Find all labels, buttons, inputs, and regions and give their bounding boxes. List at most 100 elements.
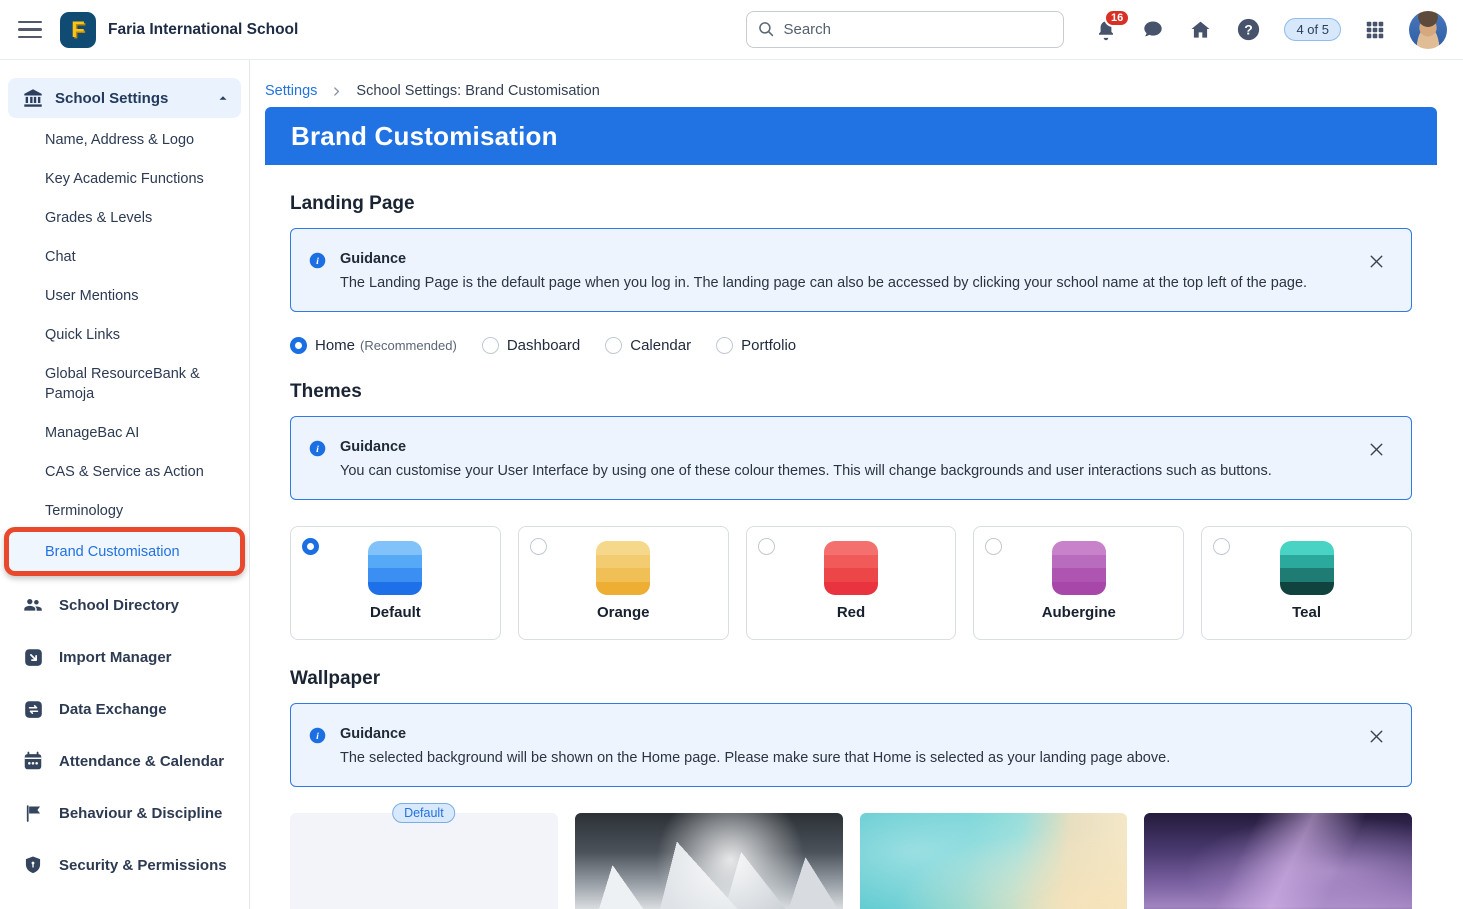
sidebar-item-user-mentions[interactable]: User Mentions — [0, 276, 249, 315]
sidebar-item-label: Global ResourceBank & Pamoja — [45, 366, 200, 402]
landing-option-calendar[interactable]: Calendar — [605, 337, 691, 354]
default-badge: Default — [392, 803, 456, 823]
sidebar-item-label: Quick Links — [45, 327, 120, 343]
sidebar-item-label: Data Exchange — [59, 701, 167, 718]
data-exchange-icon — [22, 698, 44, 720]
faria-logo[interactable]: F — [60, 12, 96, 48]
sidebar-item-label: Attendance & Calendar — [59, 753, 224, 770]
sidebar-item-label: Terminology — [45, 503, 123, 519]
radio-selected-icon[interactable] — [302, 538, 319, 555]
guidance-text: The Landing Page is the default page whe… — [340, 275, 1307, 291]
theme-card-aubergine[interactable]: Aubergine — [973, 526, 1184, 640]
guidance-text: You can customise your User Interface by… — [340, 463, 1272, 479]
messages-chat-icon[interactable] — [1141, 18, 1165, 42]
sidebar-item-school-directory[interactable]: School Directory — [0, 579, 249, 631]
calendar-icon — [22, 750, 44, 772]
wallpaper-heading: Wallpaper — [290, 668, 1412, 690]
close-icon[interactable] — [1364, 724, 1389, 752]
theme-label: Red — [837, 604, 865, 621]
search-input[interactable] — [746, 11, 1064, 48]
help-icon[interactable]: ? — [1236, 17, 1261, 42]
svg-text:i: i — [316, 731, 319, 742]
themes-guidance-box: i Guidance You can customise your User I… — [290, 416, 1412, 500]
wallpaper-purple-night-sky[interactable] — [1144, 813, 1412, 909]
theme-swatch-red — [824, 541, 878, 595]
wallpaper-snowy-mountains[interactable] — [575, 813, 843, 909]
user-avatar[interactable] — [1409, 11, 1447, 49]
svg-text:i: i — [316, 444, 319, 455]
notification-count-badge: 16 — [1104, 9, 1129, 27]
home-icon[interactable] — [1188, 18, 1213, 42]
search-box — [746, 11, 1064, 48]
sidebar-item-grades-levels[interactable]: Grades & Levels — [0, 198, 249, 237]
guidance-title: Guidance — [340, 251, 1307, 267]
plan-usage-badge[interactable]: 4 of 5 — [1284, 18, 1341, 41]
theme-swatch-aubergine — [1052, 541, 1106, 595]
chevron-up-icon — [217, 92, 229, 104]
theme-card-orange[interactable]: Orange — [518, 526, 729, 640]
sidebar-item-global-resourcebank-pamoja[interactable]: Global ResourceBank & Pamoja — [0, 354, 249, 413]
sidebar-item-label: Key Academic Functions — [45, 171, 204, 187]
sidebar-item-key-academic-functions[interactable]: Key Academic Functions — [0, 159, 249, 198]
theme-label: Orange — [597, 604, 650, 621]
wallpaper-teal-watercolor[interactable] — [860, 813, 1128, 909]
sidebar-item-managebac-ai[interactable]: ManageBac AI — [0, 413, 249, 452]
radio-icon[interactable] — [985, 538, 1002, 555]
guidance-title: Guidance — [340, 726, 1170, 742]
theme-label: Teal — [1292, 604, 1321, 621]
hamburger-icon[interactable] — [18, 21, 42, 39]
theme-card-red[interactable]: Red — [746, 526, 957, 640]
sidebar-item-import-manager[interactable]: Import Manager — [0, 631, 249, 683]
sidebar-item-label: Security & Permissions — [59, 857, 227, 874]
info-icon: i — [309, 252, 326, 269]
svg-text:?: ? — [1245, 21, 1254, 37]
sidebar-item-label: CAS & Service as Action — [45, 464, 204, 480]
radio-icon — [482, 337, 499, 354]
notifications-bell-icon[interactable]: 16 — [1094, 18, 1118, 42]
guidance-title: Guidance — [340, 439, 1272, 455]
chevron-right-icon — [330, 85, 343, 98]
apps-grid-icon[interactable] — [1364, 19, 1386, 41]
info-icon: i — [309, 440, 326, 457]
landing-option-home[interactable]: Home (Recommended) — [290, 337, 457, 354]
import-icon — [22, 646, 44, 668]
close-icon[interactable] — [1364, 437, 1389, 465]
breadcrumb-settings-link[interactable]: Settings — [265, 83, 317, 99]
sidebar-item-name-address-logo[interactable]: Name, Address & Logo — [0, 120, 249, 159]
sidebar: School Settings Name, Address & Logo Key… — [0, 60, 250, 909]
sidebar-item-data-exchange[interactable]: Data Exchange — [0, 683, 249, 735]
landing-option-dashboard[interactable]: Dashboard — [482, 337, 580, 354]
theme-swatch-orange — [596, 541, 650, 595]
theme-card-default[interactable]: Default — [290, 526, 501, 640]
wallpaper-default[interactable]: Default — [290, 813, 558, 909]
sidebar-item-label: Name, Address & Logo — [45, 132, 194, 148]
sidebar-item-behaviour-discipline[interactable]: Behaviour & Discipline — [0, 787, 249, 839]
theme-swatch-teal — [1280, 541, 1334, 595]
flag-icon — [22, 802, 44, 824]
sidebar-item-chat[interactable]: Chat — [0, 237, 249, 276]
close-icon[interactable] — [1364, 249, 1389, 277]
school-name[interactable]: Faria International School — [108, 21, 298, 39]
search-icon — [757, 20, 776, 39]
option-label: Portfolio — [741, 337, 796, 354]
themes-heading: Themes — [290, 381, 1412, 403]
landing-option-portfolio[interactable]: Portfolio — [716, 337, 796, 354]
sidebar-section-school-settings[interactable]: School Settings — [8, 78, 241, 118]
sidebar-item-brand-customisation[interactable]: Brand Customisation — [8, 532, 241, 571]
sidebar-item-cas-service-as-action[interactable]: CAS & Service as Action — [0, 452, 249, 491]
radio-icon[interactable] — [530, 538, 547, 555]
radio-icon — [716, 337, 733, 354]
sidebar-item-security-permissions[interactable]: Security & Permissions — [0, 839, 249, 891]
theme-card-teal[interactable]: Teal — [1201, 526, 1412, 640]
radio-icon — [605, 337, 622, 354]
theme-label: Aubergine — [1042, 604, 1116, 621]
sidebar-item-quick-links[interactable]: Quick Links — [0, 315, 249, 354]
theme-swatch-default — [368, 541, 422, 595]
sidebar-item-attendance-calendar[interactable]: Attendance & Calendar — [0, 735, 249, 787]
wallpaper-options: Default — [290, 813, 1412, 909]
main-content: Settings School Settings: Brand Customis… — [250, 60, 1463, 909]
bank-icon — [22, 87, 44, 109]
radio-icon[interactable] — [758, 538, 775, 555]
sidebar-item-terminology[interactable]: Terminology — [0, 491, 249, 530]
radio-icon[interactable] — [1213, 538, 1230, 555]
